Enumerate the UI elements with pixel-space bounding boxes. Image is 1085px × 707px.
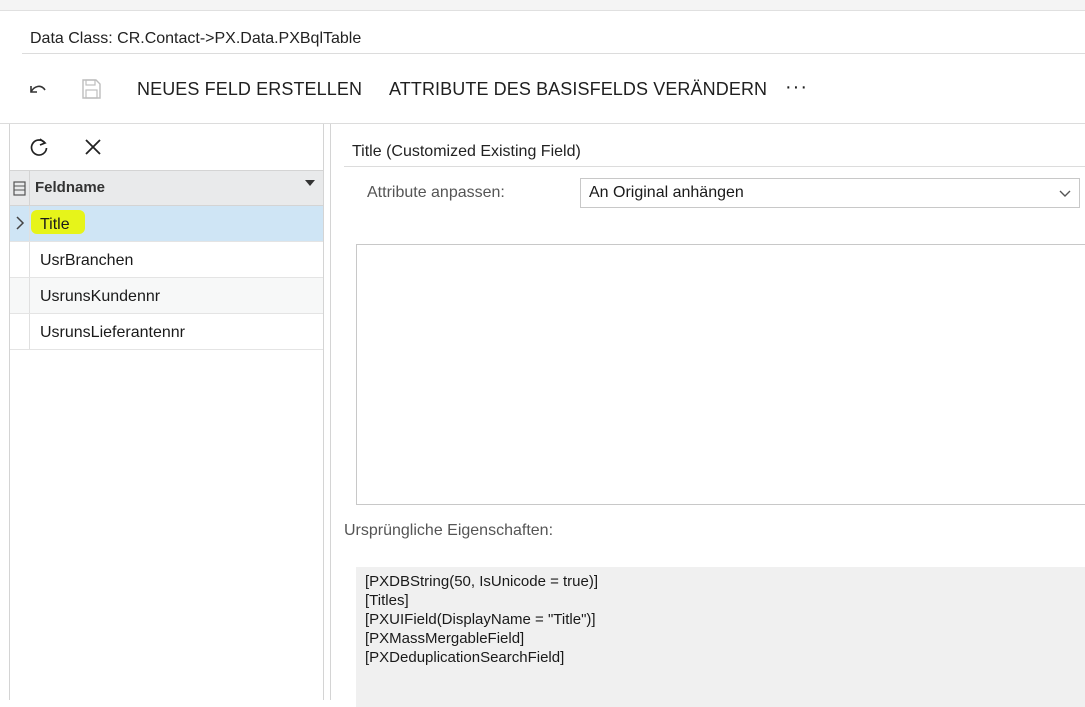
row-selector[interactable] [10,242,30,277]
field-name-cell: UsrunsKundennr [40,288,161,305]
row-selector[interactable] [10,206,30,241]
original-property-line: [PXDBString(50, IsUnicode = true)] [365,573,599,590]
custom-attributes-editor[interactable] [356,244,1085,505]
section-divider [344,166,1085,167]
refresh-button[interactable] [28,136,50,158]
original-property-line: [PXMassMergableField] [365,630,525,647]
grid-toolbar [10,124,323,170]
data-class-title: Data Class: CR.Contact->PX.Data.PXBqlTab… [30,30,362,47]
grid-header: Feldname [10,170,323,206]
row-selector-header[interactable] [10,171,30,205]
remove-button[interactable] [83,137,103,157]
field-list-panel: Feldname Title UsrBranchen UsrunsKundenn… [9,124,324,700]
original-property-line: [Titles] [365,592,409,609]
field-name-cell: UsrBranchen [40,252,134,269]
close-icon [85,139,101,155]
table-row[interactable]: UsrBranchen [10,242,323,278]
save-icon [82,79,101,99]
table-row[interactable]: UsrunsKundennr [10,278,323,314]
original-properties-label: Ursprüngliche Eigenschaften: [344,522,554,539]
original-property-line: [PXUIField(DisplayName = "Title")] [365,611,596,628]
top-strip [0,0,1085,11]
save-button[interactable] [80,78,102,100]
divider [22,53,1085,54]
attribute-mode-select[interactable]: An Original anhängen [580,178,1080,208]
refresh-icon [30,138,48,156]
attribute-mode-value: An Original anhängen [589,184,744,201]
field-name-cell: Title [40,216,70,233]
column-header-feldname[interactable]: Feldname [35,179,105,196]
original-properties-box: [PXDBString(50, IsUnicode = true)] [Titl… [356,567,1085,707]
table-row[interactable]: UsrunsLieferantennr [10,314,323,350]
chevron-right-icon [16,216,25,230]
table-row[interactable]: Title [10,206,323,242]
attribute-label: Attribute anpassen: [367,184,505,201]
more-menu-button[interactable]: ··· [785,76,808,99]
undo-icon [30,85,46,93]
new-field-button[interactable]: NEUES FELD ERSTELLEN [137,79,362,100]
row-selector[interactable] [10,314,30,349]
section-title: Title (Customized Existing Field) [352,143,581,160]
field-detail-panel: Title (Customized Existing Field) Attrib… [330,124,1085,707]
change-attributes-button[interactable]: ATTRIBUTE DES BASISFELDS VERÄNDERN [389,79,767,100]
field-name-cell: UsrunsLieferantennr [40,324,185,341]
original-property-line: [PXDeduplicationSearchField] [365,649,565,666]
row-selector[interactable] [10,278,30,313]
chevron-down-icon [1059,190,1071,197]
sort-arrow-icon[interactable] [305,180,315,186]
undo-button[interactable] [26,78,48,100]
column-config-icon [13,181,26,196]
